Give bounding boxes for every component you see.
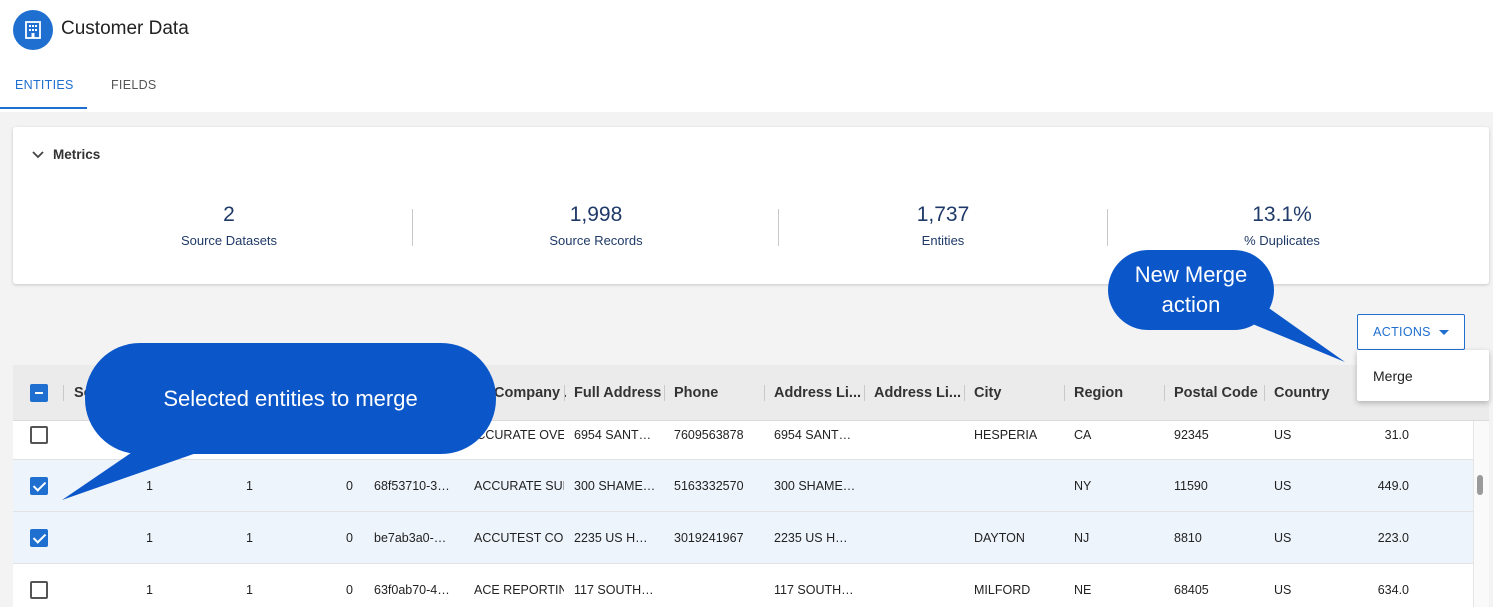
callout-new-merge-action: New Merge action (1108, 250, 1274, 330)
callout-selected-entities: Selected entities to merge (85, 343, 496, 454)
